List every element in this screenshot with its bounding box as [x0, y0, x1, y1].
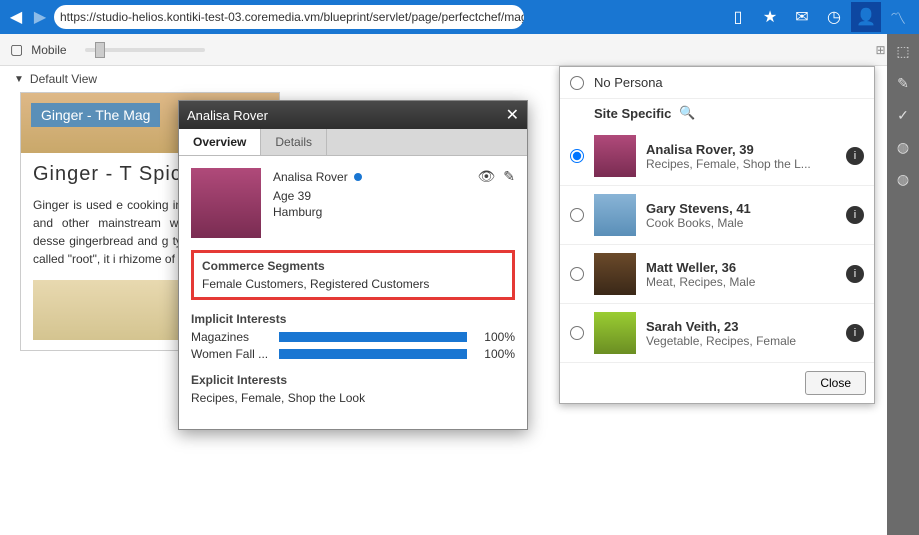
persona-name: Sarah Veith, 23 [646, 319, 836, 334]
nav-forward-icon[interactable]: ▶ [30, 7, 50, 27]
sidebar-icon-1[interactable]: ⬚ [892, 40, 914, 62]
persona-desc: Cook Books, Male [646, 216, 836, 230]
persona-item[interactable]: Analisa Rover, 39 Recipes, Female, Shop … [560, 127, 874, 186]
interest-bar [279, 349, 467, 359]
persona-dropdown: No Persona Site Specific 🔍 Analisa Rover… [559, 66, 875, 404]
sidebar-globe-icon[interactable]: ◍ [892, 136, 914, 158]
persona-name: Matt Weller, 36 [646, 260, 836, 275]
eye-icon[interactable]: 👁 [477, 168, 495, 185]
interest-row: Magazines 100% [191, 330, 515, 344]
persona-desc: Meat, Recipes, Male [646, 275, 836, 289]
persona-item[interactable]: Matt Weller, 36 Meat, Recipes, Male i [560, 245, 874, 304]
star-icon[interactable]: ★ [755, 2, 785, 32]
interest-label: Magazines [191, 330, 271, 344]
panel-header[interactable]: Analisa Rover ✕ [179, 101, 527, 129]
subbar: ▢ Mobile ⊞ ▥ [0, 34, 919, 66]
mobile-icon: ▢ [10, 41, 23, 58]
url-bar[interactable]: https://studio-helios.kontiki-test-03.co… [54, 5, 524, 29]
site-specific-label: Site Specific [594, 106, 671, 121]
explicit-head: Explicit Interests [191, 373, 515, 387]
url-text: https://studio-helios.kontiki-test-03.co… [60, 10, 524, 24]
caret-down-icon: ▼ [14, 74, 24, 85]
persona-name: Gary Stevens, 41 [646, 201, 836, 216]
panel-tabs: Overview Details [179, 129, 527, 156]
mail-icon[interactable]: ✉ [787, 2, 817, 32]
avatar [191, 168, 261, 238]
persona-item[interactable]: Gary Stevens, 41 Cook Books, Male i [560, 186, 874, 245]
panel-title: Analisa Rover [187, 108, 268, 123]
chart-icon[interactable]: 〽 [883, 2, 913, 32]
implicit-head: Implicit Interests [191, 312, 515, 326]
layout-icon[interactable]: ⊞ [875, 43, 885, 57]
persona-thumb [594, 135, 636, 177]
persona-radio[interactable] [570, 208, 584, 222]
panel-body: Analisa Rover 👁 ✎ Age 39 Hamburg Commerc… [179, 156, 527, 429]
close-icon[interactable]: ✕ [506, 105, 519, 125]
device-label: Mobile [31, 43, 66, 57]
commerce-text: Female Customers, Registered Customers [202, 277, 504, 291]
info-icon[interactable]: i [846, 265, 864, 283]
info-icon[interactable]: i [846, 206, 864, 224]
explicit-text: Recipes, Female, Shop the Look [191, 391, 515, 405]
persona-desc: Recipes, Female, Shop the L... [646, 157, 836, 171]
interest-pct: 100% [475, 347, 515, 361]
clock-icon[interactable]: ◷ [819, 2, 849, 32]
persona-thumb [594, 312, 636, 354]
interest-row: Women Fall ... 100% [191, 347, 515, 361]
site-specific-header: Site Specific 🔍 [560, 99, 874, 127]
panel-profile: Analisa Rover 👁 ✎ Age 39 Hamburg [191, 168, 515, 238]
info-icon[interactable]: i [846, 147, 864, 165]
interest-pct: 100% [475, 330, 515, 344]
no-persona-row[interactable]: No Persona [560, 67, 874, 99]
persona-desc: Vegetable, Recipes, Female [646, 334, 836, 348]
persona-icon[interactable]: 👤 [851, 2, 881, 32]
explicit-interests: Explicit Interests Recipes, Female, Shop… [191, 373, 515, 405]
persona-radio[interactable] [570, 149, 584, 163]
top-icons: ▯ ★ ✉ ◷ 👤 〽 [723, 2, 913, 32]
tab-details[interactable]: Details [261, 129, 327, 155]
persona-radio[interactable] [570, 267, 584, 281]
persona-item[interactable]: Sarah Veith, 23 Vegetable, Recipes, Fema… [560, 304, 874, 363]
topbar: ◀ ▶ https://studio-helios.kontiki-test-0… [0, 0, 919, 34]
device-icon[interactable]: ▯ [723, 2, 753, 32]
commerce-segments-box: Commerce Segments Female Customers, Regi… [191, 250, 515, 300]
search-icon[interactable]: 🔍 [679, 105, 695, 121]
persona-radio[interactable] [570, 76, 584, 90]
implicit-interests: Implicit Interests Magazines 100% Women … [191, 312, 515, 361]
zoom-slider[interactable] [85, 48, 205, 52]
persona-thumb [594, 253, 636, 295]
tab-overview[interactable]: Overview [179, 129, 261, 155]
persona-detail-panel: Analisa Rover ✕ Overview Details Analisa… [178, 100, 528, 430]
profile-age: Age 39 [273, 189, 515, 203]
interest-bar [279, 332, 467, 342]
status-dot-icon [354, 173, 362, 181]
default-view-label: Default View [30, 72, 97, 86]
nav-back-icon[interactable]: ◀ [6, 7, 26, 27]
sidebar-pencil-icon[interactable]: ✎ [892, 72, 914, 94]
close-button[interactable]: Close [805, 371, 866, 395]
hero-title: Ginger - The Mag [31, 103, 160, 127]
persona-name: Analisa Rover, 39 [646, 142, 836, 157]
interest-label: Women Fall ... [191, 347, 271, 361]
profile-city: Hamburg [273, 205, 515, 219]
sidebar-check-icon[interactable]: ✓ [892, 104, 914, 126]
persona-thumb [594, 194, 636, 236]
info-icon[interactable]: i [846, 324, 864, 342]
right-sidebar: ⬚ ✎ ✓ ◍ ◍ [887, 34, 919, 535]
edit-icon[interactable]: ✎ [503, 168, 515, 185]
persona-radio[interactable] [570, 326, 584, 340]
persona-footer: Close [560, 363, 874, 403]
sidebar-globe2-icon[interactable]: ◍ [892, 168, 914, 190]
profile-name: Analisa Rover [273, 170, 348, 184]
no-persona-label: No Persona [594, 75, 663, 90]
commerce-head: Commerce Segments [202, 259, 504, 273]
